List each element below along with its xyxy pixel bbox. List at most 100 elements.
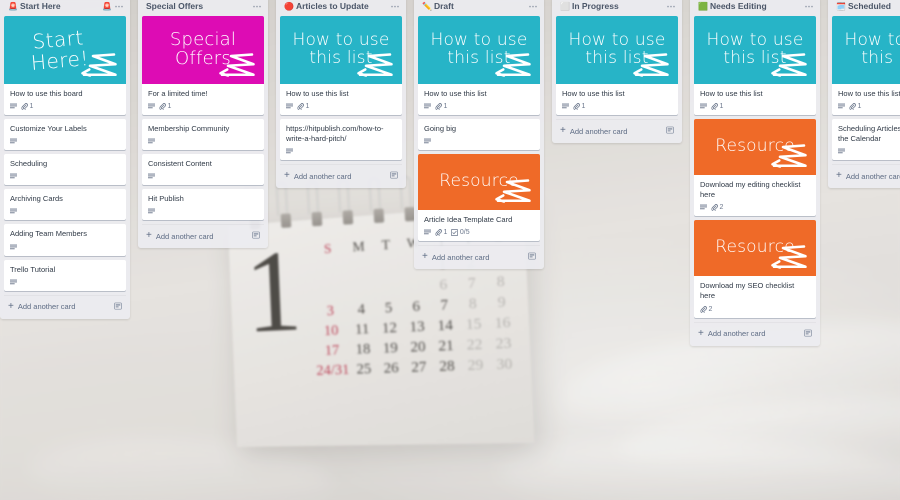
card-cover[interactable]: Resource (694, 119, 816, 176)
description-badge (424, 103, 431, 110)
card-cover-text: How to use this list (292, 30, 390, 68)
card-cover[interactable]: How to use this list (556, 15, 678, 84)
list-header[interactable]: ✏️ Draft ⋯ (418, 0, 540, 16)
list-emoji-icon: 🚨 (8, 1, 18, 11)
add-another-card-button[interactable]: + Add another card (142, 224, 264, 248)
list-menu-icon[interactable]: ⋯ (388, 1, 400, 12)
attachment-count: 1 (29, 103, 34, 111)
card-cover[interactable]: Special Offers (142, 15, 264, 84)
board-card[interactable]: Hit Publish (142, 189, 264, 221)
card-cover[interactable]: Resource (694, 220, 816, 277)
card-cover[interactable]: Start Here! (4, 15, 126, 84)
board-card[interactable]: Membership Community (142, 119, 264, 151)
attachment-badge: 1 (849, 103, 861, 111)
list-cards: How to use this list How to use this list… (280, 15, 402, 161)
checklist-count: 0/5 (459, 229, 470, 237)
list-title[interactable]: Draft (434, 2, 526, 11)
create-from-template-icon[interactable] (528, 252, 536, 262)
add-another-card-button[interactable]: + Add another card (556, 119, 678, 143)
create-from-template-icon[interactable] (390, 171, 398, 181)
card-badges: 1 (838, 103, 900, 111)
description-badge (148, 208, 155, 215)
board-card[interactable]: Customize Your Labels (4, 119, 126, 151)
card-body: Article Idea Template Card 1 0/5 (418, 210, 540, 241)
create-from-template-icon[interactable] (804, 329, 812, 339)
list-title[interactable]: Start Here (20, 2, 100, 11)
list-menu-icon[interactable]: ⋯ (802, 1, 814, 12)
board-card[interactable]: Resource Download my SEO checklist here 2 (694, 220, 816, 318)
description-badge (10, 208, 17, 215)
list-title[interactable]: In Progress (572, 2, 664, 11)
add-card-label: Add another card (845, 171, 900, 181)
card-body: How to use this list 1 (832, 84, 900, 115)
list-header[interactable]: 🗓️Scheduled⋯ (832, 0, 900, 16)
card-body: Membership Community (142, 119, 264, 150)
board-card[interactable]: Archiving Cards (4, 189, 126, 221)
create-from-template-icon[interactable] (252, 231, 260, 241)
add-another-card-button[interactable]: + Add another card (4, 294, 126, 319)
list-menu-icon[interactable]: ⋯ (526, 1, 538, 12)
card-cover[interactable]: How to use this list (280, 15, 402, 84)
board-card[interactable]: Scheduling Articles and Using the Calend… (832, 119, 900, 161)
card-badges: 1 (424, 103, 534, 111)
add-another-card-button[interactable]: + Add another card (280, 164, 402, 188)
card-title: How to use this list (838, 88, 900, 98)
board-card[interactable]: Resource Article Idea Template Card 1 0/5 (418, 154, 540, 242)
card-title: How to use this list (562, 88, 625, 98)
card-cover-text: Resource (715, 136, 795, 157)
list-header[interactable]: 🔴 Articles to Update ⋯ (280, 0, 402, 16)
board-list: 🚨 Start Here 🚨 ⋯ Start Here! How to use this … (0, 0, 130, 319)
board-card[interactable]: Trello Tutorial (4, 259, 126, 291)
card-title: Adding Team Members (10, 229, 87, 239)
card-title: How to use this board (10, 88, 83, 98)
card-badges: 1 (10, 103, 120, 111)
card-cover[interactable]: How to use this list (694, 15, 816, 84)
list-menu-icon[interactable]: ⋯ (250, 1, 262, 12)
add-another-card-button[interactable]: + Add another card (694, 321, 816, 346)
card-cover[interactable]: Resource (418, 154, 540, 211)
add-another-card-button[interactable]: + Add another card (418, 245, 540, 269)
card-title: Consistent Content (148, 159, 212, 169)
board-card[interactable]: How to use this list How to use this list… (556, 15, 678, 116)
card-body: Trello Tutorial (4, 260, 126, 291)
card-cover[interactable]: How to use this list (832, 15, 900, 84)
card-body: Scheduling (4, 154, 126, 185)
board-card[interactable]: How to use this listHow to use this list… (694, 15, 816, 116)
list-title[interactable]: Needs Editing (710, 2, 802, 11)
board-card[interactable]: Resource Download my editing checklist he… (694, 119, 816, 217)
board-card[interactable]: Going big (418, 119, 540, 151)
attachment-count: 1 (719, 103, 724, 111)
list-emoji-icon: ✏️ (422, 1, 432, 11)
list-menu-icon[interactable]: ⋯ (664, 1, 676, 12)
list-header[interactable]: 🚨 Start Here 🚨 ⋯ (4, 0, 126, 16)
board-card[interactable]: Adding Team Members (4, 224, 126, 256)
add-another-card-button[interactable]: + Add another card (832, 164, 900, 188)
create-from-template-icon[interactable] (666, 126, 674, 136)
board-card[interactable]: Start Here! How to use this board 1 (4, 15, 126, 116)
card-template-icon (114, 302, 122, 310)
card-body: Adding Team Members (4, 224, 126, 255)
board-card[interactable]: Consistent Content (142, 154, 264, 186)
card-title: Customize Your Labels (10, 124, 87, 134)
card-badges: 1 (562, 103, 672, 111)
list-title[interactable]: Articles to Update (296, 2, 388, 11)
create-from-template-icon[interactable] (114, 302, 122, 312)
card-title: How to use this list (286, 88, 349, 98)
list-header[interactable]: Special Offers ⋯ (142, 0, 264, 16)
attachment-badge: 1 (159, 103, 171, 111)
board-card[interactable]: How to use this listHow to use this list… (832, 15, 900, 116)
board-card[interactable]: https://hitpublish.com/how-to-write-a-ha… (280, 119, 402, 161)
description-badge (424, 138, 431, 145)
list-header[interactable]: 🟩 Needs Editing ⋯ (694, 0, 816, 16)
board-card[interactable]: Special Offers For a limited time! 1 (142, 15, 264, 116)
list-title[interactable]: Scheduled (848, 2, 900, 11)
list-header[interactable]: ⬜ In Progress ⋯ (556, 0, 678, 16)
card-cover[interactable]: How to use this list (418, 15, 540, 84)
list-title[interactable]: Special Offers (146, 2, 250, 11)
description-badge (286, 148, 293, 155)
board-card[interactable]: How to use this list How to use this list… (280, 15, 402, 116)
list-menu-icon[interactable]: ⋯ (112, 1, 124, 12)
board-card[interactable]: Scheduling (4, 154, 126, 186)
board-card[interactable]: How to use this listHow to use this list… (418, 15, 540, 116)
list-cards: How to use this list How to use this list… (556, 15, 678, 116)
